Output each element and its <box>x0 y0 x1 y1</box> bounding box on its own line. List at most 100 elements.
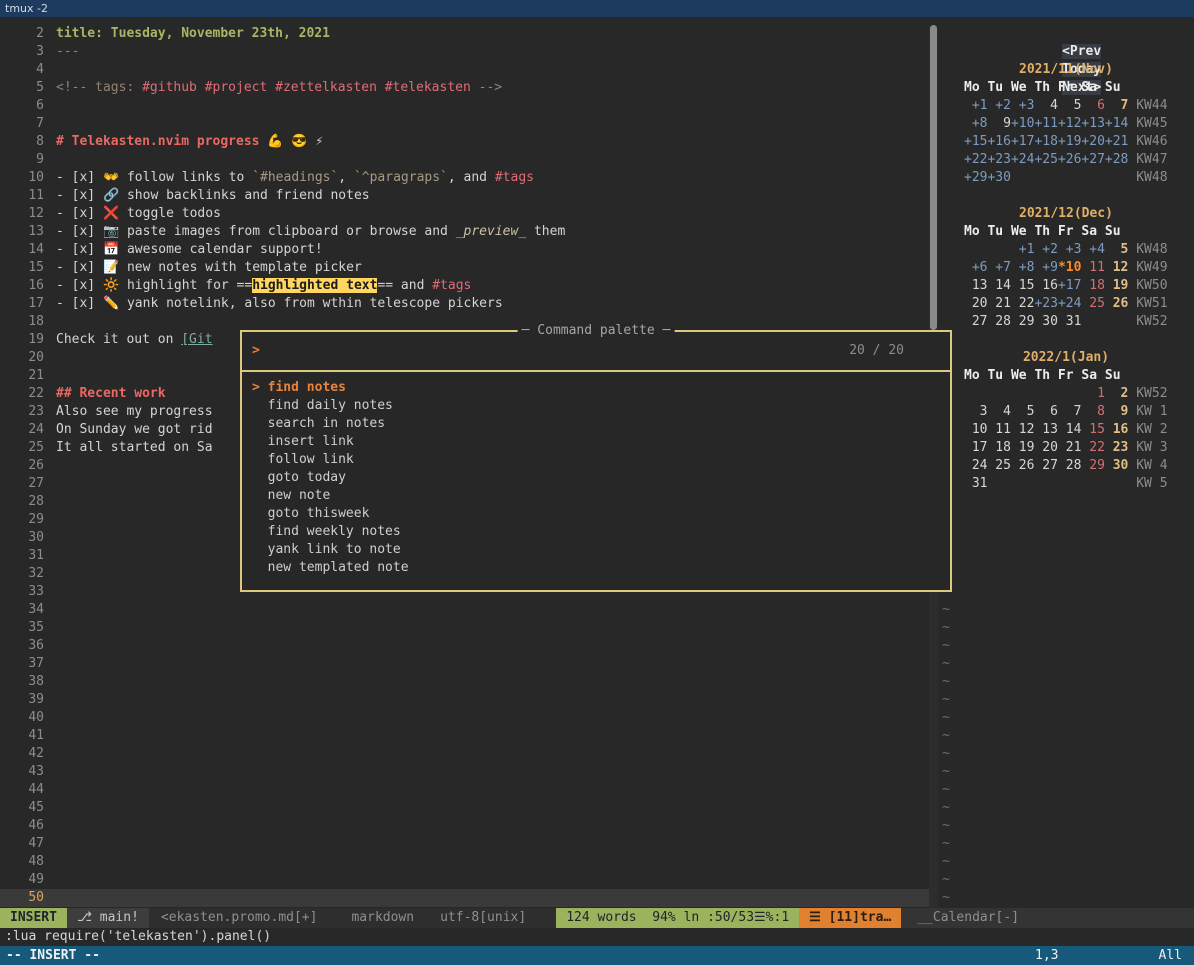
calendar-day[interactable]: +6 <box>964 260 987 275</box>
calendar-day[interactable]: 11 <box>1081 260 1104 275</box>
editor-line[interactable]: 38 <box>0 673 930 691</box>
calendar-day[interactable]: +7 <box>987 260 1010 275</box>
calendar-day[interactable]: +17 <box>1058 278 1081 293</box>
calendar-day[interactable]: +8 <box>1011 260 1034 275</box>
calendar-day[interactable]: +11 <box>1034 116 1057 131</box>
calendar-day[interactable]: +24 <box>1011 152 1034 167</box>
palette-item[interactable]: > find notes <box>242 379 950 397</box>
calendar-day[interactable]: +22 <box>964 152 987 167</box>
calendar-day[interactable]: 10 <box>964 422 987 437</box>
calendar-day[interactable]: +12 <box>1058 116 1081 131</box>
editor-line[interactable]: 14- [x] 📅 awesome calendar support! <box>0 241 930 259</box>
calendar-day[interactable]: 19 <box>1105 278 1128 293</box>
calendar-day[interactable]: +24 <box>1058 296 1081 311</box>
calendar-day[interactable]: +9 <box>1034 260 1057 275</box>
calendar-day[interactable]: 24 <box>964 458 987 473</box>
editor-line[interactable]: 43 <box>0 763 930 781</box>
calendar-day[interactable]: +3 <box>1058 242 1081 257</box>
calendar-day[interactable]: 9 <box>987 116 1010 131</box>
calendar-day[interactable]: 15 <box>1081 422 1104 437</box>
calendar-day[interactable]: 13 <box>1034 422 1057 437</box>
calendar-day[interactable]: +1 <box>1011 242 1034 257</box>
editor-line[interactable]: 40 <box>0 709 930 727</box>
calendar-day[interactable]: +23 <box>1034 296 1057 311</box>
palette-item[interactable]: follow link <box>242 451 950 469</box>
calendar-day[interactable]: 26 <box>1011 458 1034 473</box>
editor-line[interactable]: 13- [x] 📷 paste images from clipboard or… <box>0 223 930 241</box>
calendar-day[interactable]: 8 <box>1081 404 1104 419</box>
calendar-day[interactable]: 23 <box>1105 440 1128 455</box>
calendar-day[interactable]: 14 <box>987 278 1010 293</box>
editor-line[interactable]: 7 <box>0 115 930 133</box>
calendar-day[interactable]: 31 <box>1058 314 1081 329</box>
editor-line[interactable]: 36 <box>0 637 930 655</box>
calendar-day[interactable]: 2 <box>1105 386 1128 401</box>
calendar-day[interactable]: 21 <box>987 296 1010 311</box>
calendar-day[interactable]: 30 <box>1034 314 1057 329</box>
calendar-day[interactable]: 6 <box>1081 98 1104 113</box>
editor-line[interactable]: 50 <box>0 889 930 907</box>
calendar-day[interactable]: 31 <box>964 476 987 491</box>
editor-line[interactable]: 48 <box>0 853 930 871</box>
editor-line[interactable]: 5<!-- tags: #github #project #zettelkast… <box>0 79 930 97</box>
calendar-day[interactable]: +25 <box>1034 152 1057 167</box>
calendar-day[interactable]: *10 <box>1058 260 1081 275</box>
calendar-day[interactable]: +13 <box>1081 116 1104 131</box>
calendar-day[interactable]: 20 <box>1034 440 1057 455</box>
calendar-day[interactable]: 1 <box>1081 386 1104 401</box>
calendar-day[interactable]: 16 <box>1034 278 1057 293</box>
calendar-day[interactable]: 15 <box>1011 278 1034 293</box>
calendar-day[interactable]: 25 <box>1081 296 1104 311</box>
calendar-day[interactable]: 28 <box>987 314 1010 329</box>
calendar-day[interactable]: +2 <box>987 98 1010 113</box>
editor-line[interactable]: 45 <box>0 799 930 817</box>
editor-line[interactable]: 44 <box>0 781 930 799</box>
calendar-day[interactable]: 12 <box>1011 422 1034 437</box>
palette-item[interactable]: find daily notes <box>242 397 950 415</box>
calendar-day[interactable]: +27 <box>1081 152 1104 167</box>
calendar-day[interactable]: +10 <box>1011 116 1034 131</box>
calendar-day[interactable]: 22 <box>1081 440 1104 455</box>
editor-line[interactable]: 34 <box>0 601 930 619</box>
calendar-day[interactable]: 9 <box>1105 404 1128 419</box>
calendar-day[interactable]: +19 <box>1058 134 1081 149</box>
editor-line[interactable]: 46 <box>0 817 930 835</box>
calendar-day[interactable]: +1 <box>964 98 987 113</box>
editor-line[interactable]: 35 <box>0 619 930 637</box>
calendar-window[interactable]: <Prev Today Next> 2021/11(Nov)Mo Tu We T… <box>938 17 1194 907</box>
calendar-day[interactable]: 29 <box>1081 458 1104 473</box>
calendar-day[interactable]: 17 <box>964 440 987 455</box>
editor-line[interactable]: 3--- <box>0 43 930 61</box>
calendar-day[interactable]: 21 <box>1058 440 1081 455</box>
calendar-day[interactable]: 16 <box>1105 422 1128 437</box>
calendar-day[interactable]: 18 <box>1081 278 1104 293</box>
calendar-day[interactable]: 27 <box>964 314 987 329</box>
palette-item[interactable]: yank link to note <box>242 541 950 559</box>
calendar-day[interactable]: +29 <box>964 170 987 185</box>
calendar-day[interactable]: +18 <box>1034 134 1057 149</box>
calendar-day[interactable]: 7 <box>1105 98 1128 113</box>
editor-line[interactable]: 2title: Tuesday, November 23th, 2021 <box>0 25 930 43</box>
scrollbar-thumb[interactable] <box>930 25 937 330</box>
palette-item[interactable]: goto today <box>242 469 950 487</box>
calendar-day[interactable]: 20 <box>964 296 987 311</box>
calendar-day[interactable]: 22 <box>1011 296 1034 311</box>
editor-line[interactable]: 8# Telekasten.nvim progress 💪 😎 ⚡ <box>0 133 930 151</box>
calendar-day[interactable]: 13 <box>964 278 987 293</box>
calendar-day[interactable]: 5 <box>1058 98 1081 113</box>
calendar-prev-button[interactable]: <Prev <box>1062 44 1101 59</box>
editor-line[interactable]: 9 <box>0 151 930 169</box>
editor-line[interactable]: 18 <box>0 313 930 331</box>
calendar-day[interactable]: +8 <box>964 116 987 131</box>
editor-line[interactable]: 42 <box>0 745 930 763</box>
editor-line[interactable]: 11- [x] 🔗 show backlinks and friend note… <box>0 187 930 205</box>
calendar-day[interactable]: 6 <box>1034 404 1057 419</box>
calendar-day[interactable]: 26 <box>1105 296 1128 311</box>
calendar-day[interactable]: +3 <box>1011 98 1034 113</box>
calendar-day[interactable]: +23 <box>987 152 1010 167</box>
editor-line[interactable]: 10- [x] 👐 follow links to `#headings`, `… <box>0 169 930 187</box>
editor-line[interactable]: 12- [x] ❌ toggle todos <box>0 205 930 223</box>
command-palette[interactable]: ─ Command palette ─ > 20 / 20 > find not… <box>240 330 952 592</box>
editor-line[interactable]: 37 <box>0 655 930 673</box>
palette-item[interactable]: search in notes <box>242 415 950 433</box>
